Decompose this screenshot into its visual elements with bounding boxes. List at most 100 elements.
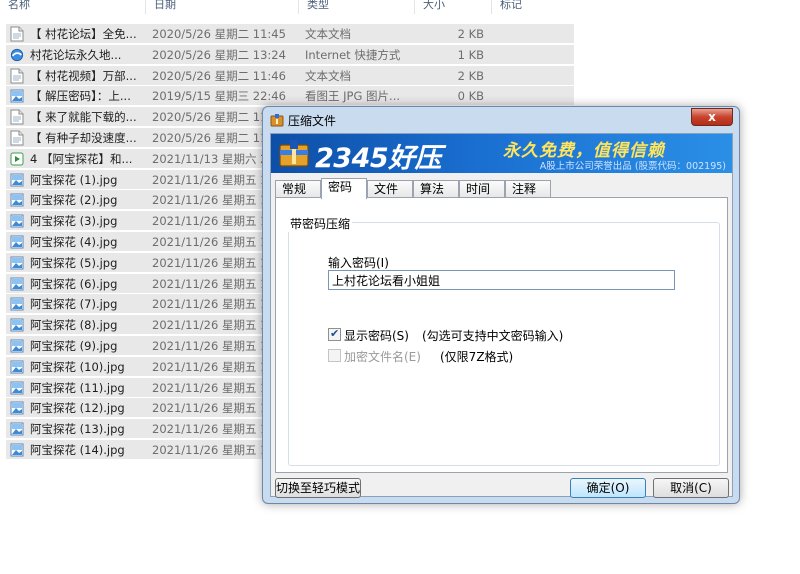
file-date: 2021/11/26 星期五 1 (152, 193, 268, 208)
file-date: 2021/11/26 星期五 1 (152, 318, 268, 333)
image-file-icon (10, 338, 24, 354)
archive-icon (270, 114, 284, 127)
password-tab-panel: 带密码压缩 输入密码(I) 显示密码(S) (勾选可支持中文密码输入) 加密文件… (275, 197, 728, 473)
file-size: 1 KB (457, 47, 484, 62)
file-name: 4 【阿宝探花】和... (30, 151, 133, 166)
file-name: 【 来了就能下载的... (30, 110, 137, 125)
file-name: 阿宝探花 (5).jpg (30, 255, 118, 270)
banner-subtitle: A股上市公司荣誉出品 (股票代码：002195) (539, 161, 726, 172)
file-date: 2021/11/26 星期五 1 (152, 401, 268, 416)
file-date: 2021/11/26 星期五 1 (152, 235, 268, 249)
internet-shortcut-icon (10, 47, 24, 63)
cancel-button[interactable]: 取消(C) (653, 478, 729, 498)
image-file-icon (10, 400, 24, 416)
image-file-icon (10, 359, 24, 375)
file-name: 【 有种子却没速度... (30, 131, 137, 145)
file-date: 2021/11/26 星期五 1 (152, 276, 268, 291)
haozip-logo-icon (279, 140, 309, 167)
checkbox-unchecked-icon[interactable] (328, 349, 341, 362)
checkbox-checked-icon[interactable] (328, 327, 341, 341)
image-file-icon (10, 234, 24, 250)
image-file-icon (10, 213, 24, 229)
image-file-icon (10, 442, 24, 458)
file-row[interactable]: 【 村花论坛】全免... 2020/5/26 星期二 11:45 文本文档 2 KB (6, 24, 574, 44)
switch-light-mode-button[interactable]: 切换至轻巧模式 (275, 478, 361, 498)
file-name: 【 村花视频】万部... (30, 68, 137, 83)
image-file-icon (10, 192, 24, 208)
password-input[interactable] (328, 270, 675, 290)
close-icon: x (708, 110, 716, 124)
file-name: 阿宝探花 (9).jpg (30, 339, 118, 353)
file-type: Internet 快捷方式 (305, 47, 401, 62)
file-date: 2020/5/26 星期二 11:46 (152, 68, 286, 83)
column-header-tags[interactable]: 标记 (492, 0, 574, 14)
video-file-icon (10, 151, 24, 167)
text-file-icon (10, 26, 24, 42)
group-title: 带密码压缩 (288, 215, 353, 232)
file-date: 2021/11/26 星期五 1 (152, 359, 268, 374)
file-name: 阿宝探花 (13).jpg (30, 422, 125, 437)
tab-algorithm[interactable]: 算法 (413, 180, 459, 198)
file-name: 阿宝探花 (7).jpg (30, 297, 118, 312)
file-type: 文本文档 (305, 68, 351, 83)
file-date: 2019/5/15 星期三 22:46 (152, 89, 286, 104)
encrypt-filenames-label[interactable]: 加密文件名(E) (344, 348, 421, 365)
file-size: 2 KB (457, 27, 484, 41)
file-name: 阿宝探花 (12).jpg (30, 401, 125, 416)
file-size: 2 KB (457, 68, 484, 83)
image-file-icon (10, 296, 24, 312)
encrypt-filenames-note: (仅限7Z格式) (440, 350, 514, 364)
file-size: 0 KB (457, 89, 484, 104)
file-date: 2021/11/26 星期五 1 (152, 214, 268, 229)
file-date: 2021/11/26 星期五 1 (152, 297, 268, 312)
brand-banner: 2345好压 永久免费，值得信赖 A股上市公司荣誉出品 (股票代码：002195… (271, 134, 732, 173)
tab-comment[interactable]: 注释 (505, 180, 551, 198)
file-name: 阿宝探花 (2).jpg (30, 193, 118, 208)
file-name: 【 村花论坛】全免... (30, 27, 137, 41)
text-file-icon (10, 68, 24, 84)
dialog-body: 2345好压 永久免费，值得信赖 A股上市公司荣誉出品 (股票代码：002195… (270, 133, 733, 498)
file-date: 2020/5/26 星期二 11 (152, 131, 268, 145)
image-file-icon (10, 172, 24, 188)
text-file-icon (10, 109, 24, 125)
tab-general[interactable]: 常规 (275, 180, 321, 198)
file-name: 阿宝探花 (1).jpg (30, 172, 118, 187)
image-file-icon (10, 380, 24, 396)
dialog-titlebar[interactable]: 压缩文件 x (263, 107, 739, 133)
file-row[interactable]: 村花论坛永久地... 2020/5/26 星期二 13:24 Internet 快捷… (6, 44, 574, 65)
column-header-date[interactable]: 日期 (146, 0, 299, 14)
close-button[interactable]: x (691, 108, 733, 126)
file-name: 【 解压密码】：上... (30, 89, 131, 104)
file-name: 阿宝探花 (11).jpg (30, 380, 125, 395)
file-type: 文本文档 (305, 27, 351, 41)
image-file-icon (10, 421, 24, 437)
file-name: 阿宝探花 (4).jpg (30, 235, 118, 249)
file-name: 阿宝探花 (14).jpg (30, 443, 125, 457)
show-password-label[interactable]: 显示密码(S) (344, 327, 409, 344)
show-password-note: (勾选可支持中文密码输入) (422, 329, 564, 343)
password-label: 输入密码(I) (328, 256, 389, 270)
file-date: 2020/5/26 星期二 11 (152, 110, 268, 125)
column-header-size[interactable]: 大小 (415, 0, 492, 14)
file-name: 村花论坛永久地... (30, 47, 122, 62)
tab-time[interactable]: 时间 (459, 180, 505, 198)
file-row[interactable]: 【 解压密码】：上... 2019/5/15 星期三 22:46 看图王 JPG 图… (6, 86, 574, 107)
file-type: 看图王 JPG 图片... (305, 89, 401, 104)
ok-button[interactable]: 确定(O) (570, 478, 646, 498)
image-file-icon (10, 276, 24, 292)
file-date: 2021/11/26 星期五 1 (152, 443, 268, 457)
file-date: 2021/11/26 星期五 1 (152, 255, 268, 270)
file-date: 2021/11/26 星期五 1 (152, 339, 268, 353)
column-header-type[interactable]: 类型 (299, 0, 415, 14)
dialog-title: 压缩文件 (288, 114, 337, 128)
column-header-name[interactable]: 名称 (0, 0, 146, 14)
file-name: 阿宝探花 (6).jpg (30, 276, 118, 291)
file-date: 2021/11/26 星期五 1 (152, 422, 268, 437)
file-row[interactable]: 【 村花视频】万部... 2020/5/26 星期二 11:46 文本文档 2 KB (6, 65, 574, 86)
tab-password[interactable]: 密码 (321, 178, 367, 199)
compress-dialog: 压缩文件 x 2345好压 永久免费，值得信赖 A股上市公司荣誉出品 (股票代码… (262, 106, 740, 504)
file-name: 阿宝探花 (8).jpg (30, 318, 118, 333)
file-date: 2020/5/26 星期二 13:24 (152, 47, 286, 62)
tab-files[interactable]: 文件 (367, 180, 413, 198)
file-date: 2021/11/26 星期五 1 (152, 172, 268, 187)
